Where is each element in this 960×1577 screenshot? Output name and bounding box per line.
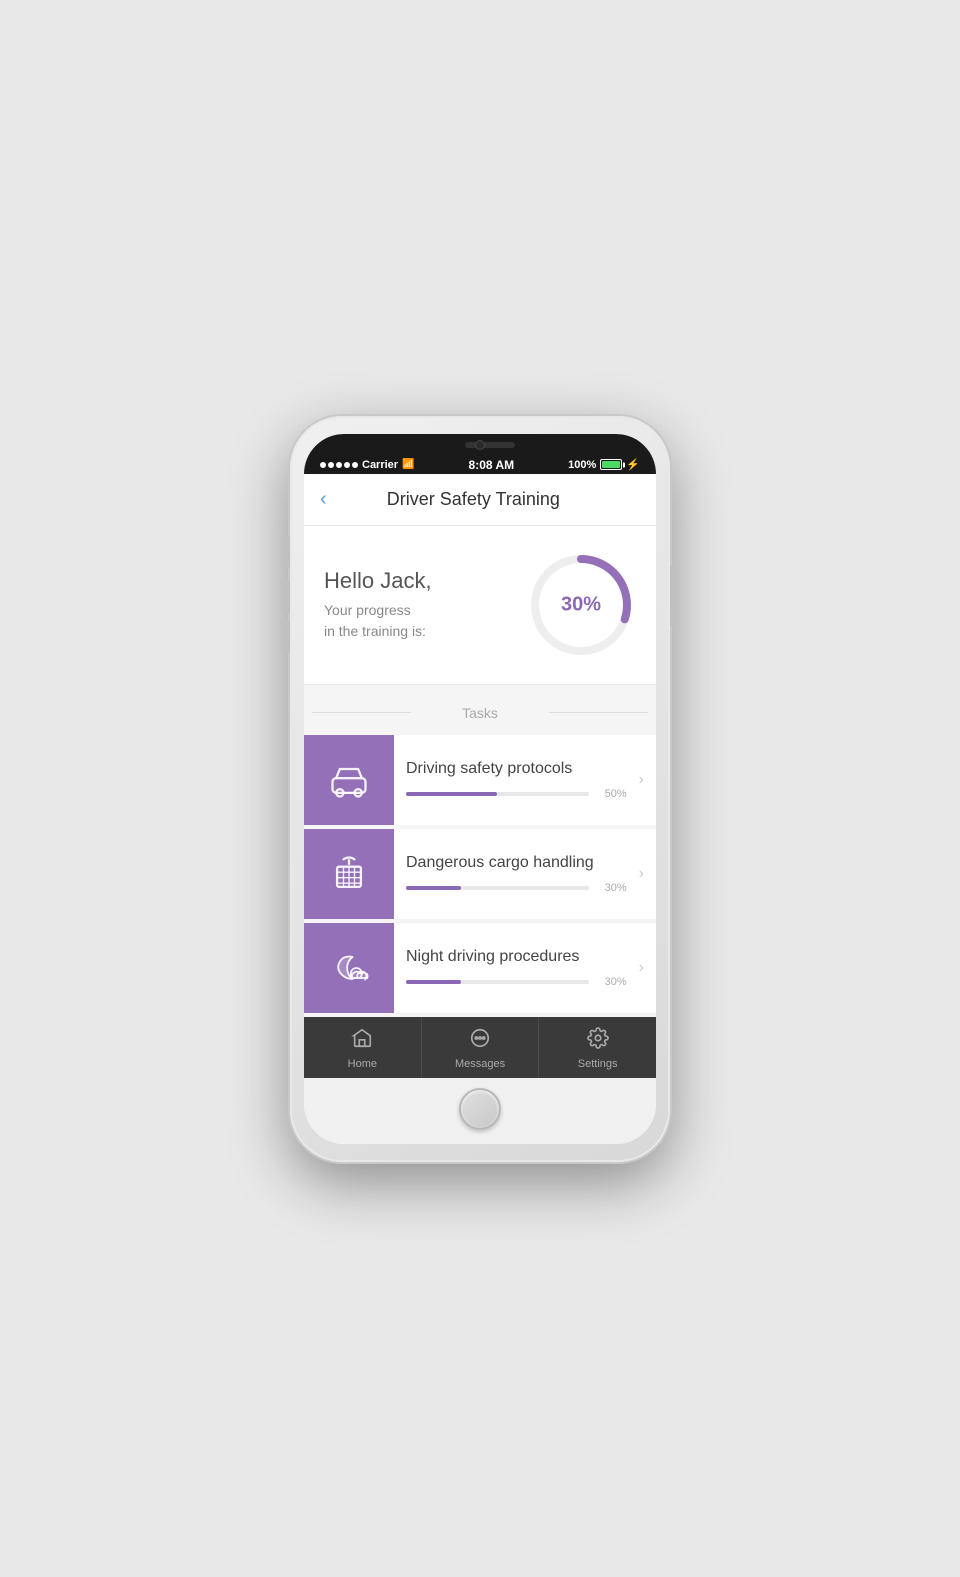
task-icon-moon xyxy=(304,923,394,1013)
camera-lens xyxy=(475,440,485,450)
nav-label-messages: Messages xyxy=(455,1058,505,1070)
task-progress-driving-safety: 50% xyxy=(406,788,627,800)
app-content: ‹ Driver Safety Training Hello Jack, You… xyxy=(304,474,656,1078)
task-name-cargo: Dangerous cargo handling xyxy=(406,854,627,872)
task-bar-bg-1 xyxy=(406,792,589,796)
phone-screen: Carrier 📶 8:08 AM 100% ⚡ ‹ Driver Safety… xyxy=(304,434,656,1144)
greeting-hello: Hello Jack, xyxy=(324,568,432,594)
task-item-cargo[interactable]: Dangerous cargo handling 30% › xyxy=(304,829,656,919)
task-info-night-driving: Night driving procedures 30% xyxy=(394,934,639,1002)
carrier-label: Carrier xyxy=(362,459,398,471)
task-name-night-driving: Night driving procedures xyxy=(406,948,627,966)
nav-item-settings[interactable]: Settings xyxy=(539,1017,656,1078)
home-button-area xyxy=(304,1078,656,1144)
messages-icon xyxy=(469,1027,491,1055)
task-bar-bg-2 xyxy=(406,886,589,890)
phone-top-decoration xyxy=(304,434,656,456)
app-header: ‹ Driver Safety Training xyxy=(304,474,656,526)
speaker-grille xyxy=(465,442,515,448)
back-button[interactable]: ‹ xyxy=(320,488,327,511)
task-bar-fill-1 xyxy=(406,792,497,796)
greeting-block: Hello Jack, Your progress in the trainin… xyxy=(324,568,432,642)
home-button[interactable] xyxy=(459,1088,501,1130)
tasks-section: Tasks Driving safety xyxy=(304,685,656,1017)
status-left: Carrier 📶 xyxy=(320,459,415,471)
time-display: 8:08 AM xyxy=(469,458,515,472)
status-bar: Carrier 📶 8:08 AM 100% ⚡ xyxy=(304,456,656,474)
chevron-right-icon-1: › xyxy=(639,771,656,789)
settings-icon xyxy=(587,1027,609,1055)
task-percent-3: 30% xyxy=(597,976,627,988)
wifi-icon: 📶 xyxy=(402,459,414,470)
battery-icon xyxy=(600,459,622,470)
task-progress-night-driving: 30% xyxy=(406,976,627,988)
battery-percent: 100% xyxy=(568,459,596,471)
task-percent-2: 30% xyxy=(597,882,627,894)
battery-fill xyxy=(602,461,620,468)
signal-dots xyxy=(320,462,358,468)
phone-frame: Carrier 📶 8:08 AM 100% ⚡ ‹ Driver Safety… xyxy=(290,416,670,1162)
task-bar-bg-3 xyxy=(406,980,589,984)
charging-icon: ⚡ xyxy=(626,458,640,471)
task-icon-car xyxy=(304,735,394,825)
task-bar-fill-2 xyxy=(406,886,461,890)
progress-percent-label: 30% xyxy=(561,593,601,616)
task-percent-1: 50% xyxy=(597,788,627,800)
progress-circle: 30% xyxy=(526,550,636,660)
chevron-right-icon-3: › xyxy=(639,959,656,977)
nav-label-settings: Settings xyxy=(578,1058,618,1070)
nav-label-home: Home xyxy=(348,1058,377,1070)
task-item-driving-safety[interactable]: Driving safety protocols 50% › xyxy=(304,735,656,825)
nav-item-messages[interactable]: Messages xyxy=(422,1017,540,1078)
home-icon xyxy=(351,1027,373,1055)
task-icon-cargo xyxy=(304,829,394,919)
task-progress-cargo: 30% xyxy=(406,882,627,894)
task-item-night-driving[interactable]: Night driving procedures 30% › xyxy=(304,923,656,1013)
bottom-nav: Home Messages xyxy=(304,1017,656,1078)
status-right: 100% ⚡ xyxy=(568,458,640,471)
chevron-right-icon-2: › xyxy=(639,865,656,883)
nav-item-home[interactable]: Home xyxy=(304,1017,422,1078)
greeting-subtitle: Your progress in the training is: xyxy=(324,600,432,642)
progress-section: Hello Jack, Your progress in the trainin… xyxy=(304,526,656,685)
task-info-driving-safety: Driving safety protocols 50% xyxy=(394,746,639,814)
task-bar-fill-3 xyxy=(406,980,461,984)
task-info-cargo: Dangerous cargo handling 30% xyxy=(394,840,639,908)
tasks-header-label: Tasks xyxy=(304,693,656,731)
task-name-driving-safety: Driving safety protocols xyxy=(406,760,627,778)
page-title: Driver Safety Training xyxy=(335,489,612,510)
